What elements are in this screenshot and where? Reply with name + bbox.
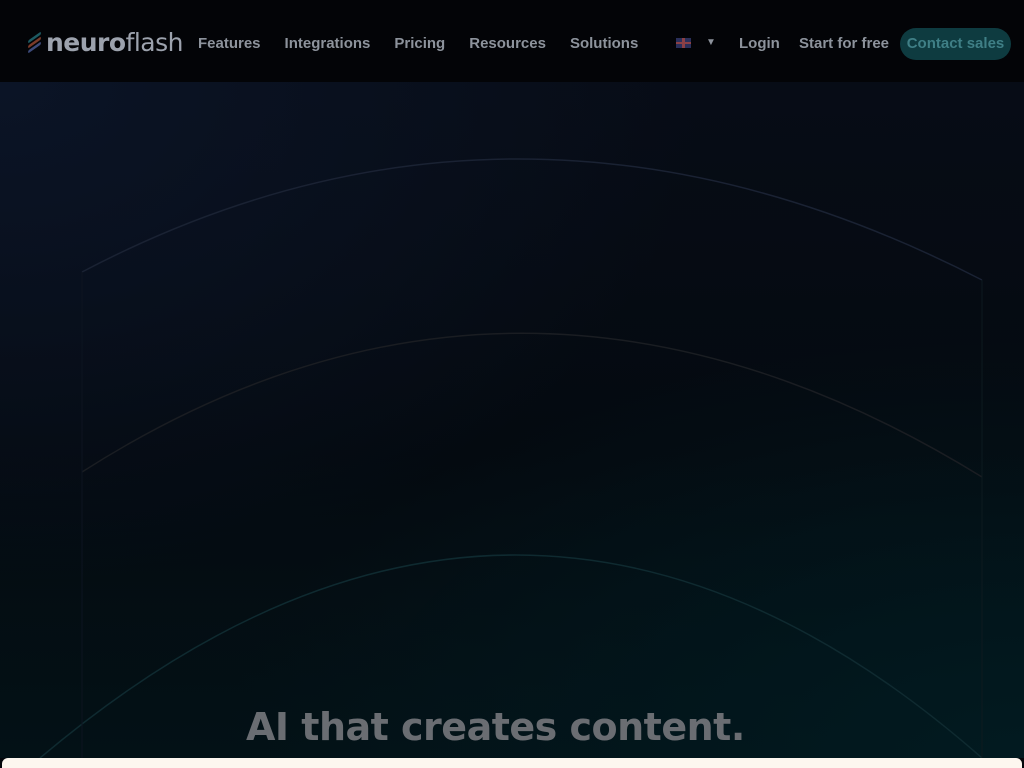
- cookie-banner-edge: [2, 758, 1022, 768]
- uk-flag-icon: [676, 37, 691, 48]
- logo-mark-icon: [28, 31, 44, 54]
- hero-section: AI that creates content.: [0, 82, 1024, 758]
- hero-arcs-decoration: [39, 158, 983, 758]
- start-for-free-link[interactable]: Start for free: [799, 34, 889, 54]
- main-nav: Features Integrations Pricing Resources …: [198, 34, 662, 54]
- nav-item-resources[interactable]: Resources: [469, 34, 546, 54]
- language-selector[interactable]: ▼: [676, 37, 716, 48]
- nav-item-features[interactable]: Features: [198, 34, 261, 54]
- nav-item-pricing[interactable]: Pricing: [394, 34, 445, 54]
- login-link[interactable]: Login: [739, 34, 780, 54]
- nav-item-integrations[interactable]: Integrations: [285, 34, 371, 54]
- nav-item-solutions[interactable]: Solutions: [570, 34, 638, 54]
- hero-headline: AI that creates content.: [246, 705, 745, 749]
- chevron-down-icon: ▼: [706, 37, 716, 48]
- logo-wordmark: neuroflash: [46, 27, 184, 57]
- neuroflash-logo[interactable]: neuroflash: [28, 24, 184, 60]
- site-header: neuroflash Features Integrations Pricing…: [0, 0, 1024, 82]
- page: neuroflash Features Integrations Pricing…: [0, 0, 1024, 768]
- contact-sales-button[interactable]: Contact sales: [900, 28, 1011, 60]
